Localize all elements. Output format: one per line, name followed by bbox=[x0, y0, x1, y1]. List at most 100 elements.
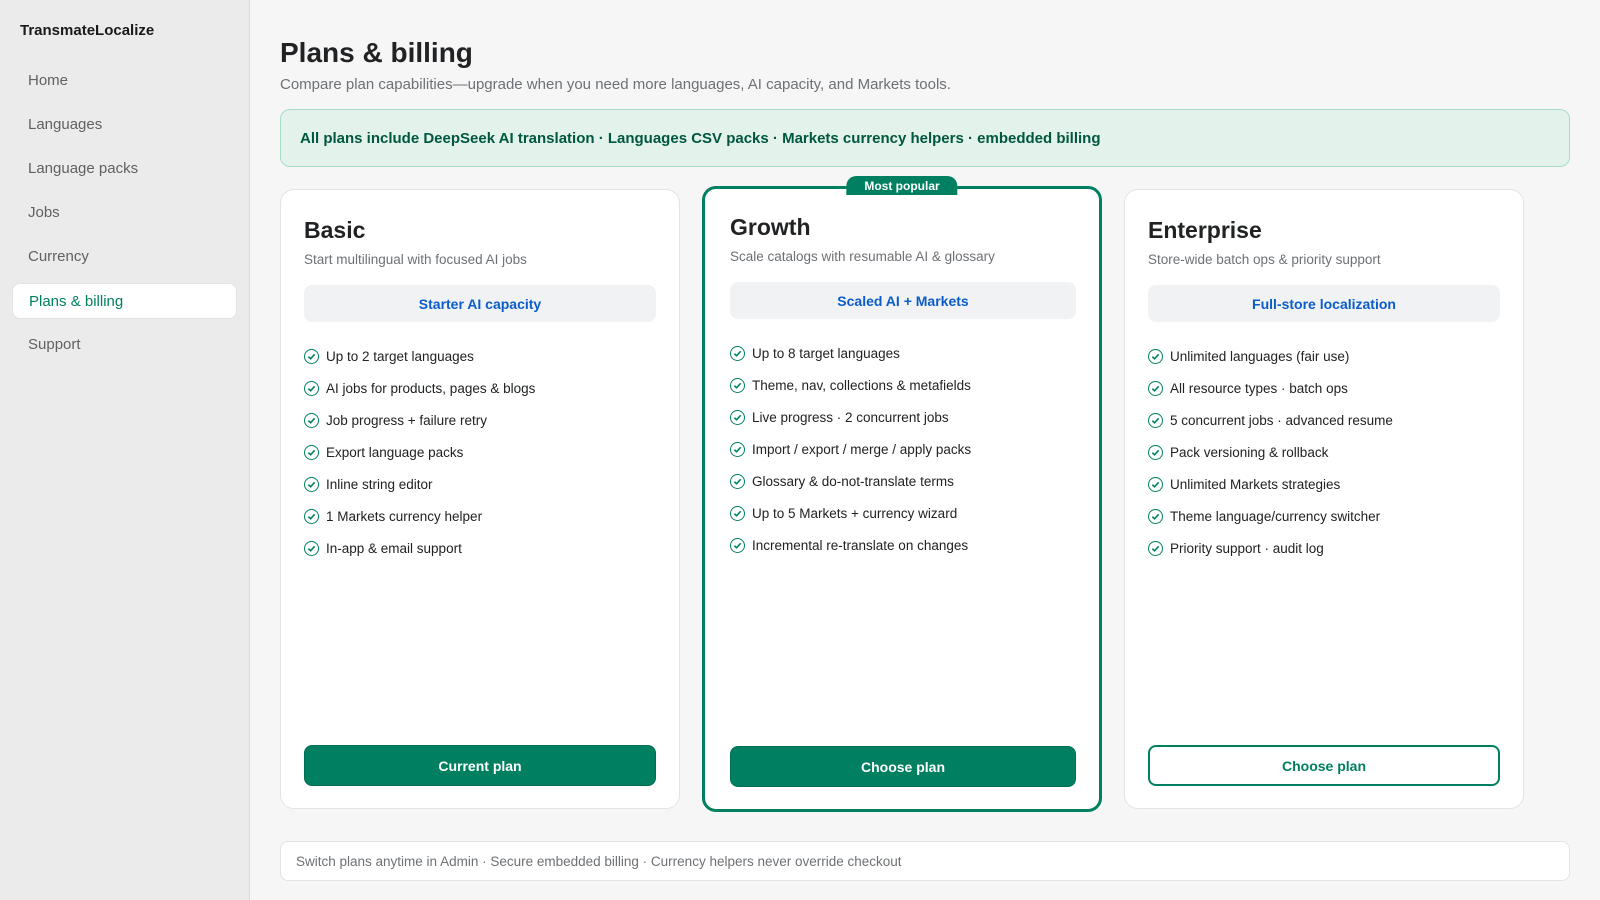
plan-name: Enterprise bbox=[1148, 217, 1262, 243]
plan-name: Basic bbox=[304, 217, 366, 243]
feature-item: Unlimited languages (fair use) bbox=[1148, 340, 1500, 372]
check-circle-icon bbox=[304, 348, 319, 364]
plan-card-enterprise: Enterprise Store-wide batch ops & priori… bbox=[1124, 189, 1524, 809]
check-circle-icon bbox=[1148, 380, 1163, 396]
most-popular-badge: Most popular bbox=[846, 176, 958, 195]
plan-card-growth: Most popular Growth Scale catalogs with … bbox=[702, 176, 1102, 812]
feature-item: Inline string editor bbox=[304, 468, 656, 500]
app-root: TransmateLocalize Home Languages Languag… bbox=[0, 0, 1600, 900]
feature-item: Up to 8 target languages bbox=[730, 337, 1076, 369]
sidebar-nav: Home Languages Language packs Jobs Curre… bbox=[12, 63, 237, 363]
feature-item: 5 concurrent jobs · advanced resume bbox=[1148, 404, 1500, 436]
sidebar-item-plans-billing[interactable]: Plans & billing bbox=[12, 283, 237, 319]
sidebar-item-support[interactable]: Support bbox=[12, 327, 237, 363]
check-circle-icon bbox=[304, 444, 319, 460]
feature-label: Glossary & do-not-translate terms bbox=[752, 473, 954, 489]
sidebar-item-language-packs[interactable]: Language packs bbox=[12, 151, 237, 187]
sidebar-item-languages[interactable]: Languages bbox=[12, 107, 237, 143]
feature-label: Up to 8 target languages bbox=[752, 345, 900, 361]
check-circle-icon bbox=[304, 508, 319, 524]
feature-item: Unlimited Markets strategies bbox=[1148, 468, 1500, 500]
sidebar-item-jobs[interactable]: Jobs bbox=[12, 195, 237, 231]
check-circle-icon bbox=[304, 412, 319, 428]
feature-item: Up to 2 target languages bbox=[304, 340, 656, 372]
plan-tag: Scaled AI + Markets bbox=[730, 282, 1076, 319]
feature-label: Export language packs bbox=[326, 444, 464, 460]
check-circle-icon bbox=[730, 441, 745, 457]
feature-item: Theme, nav, collections & metafields bbox=[730, 369, 1076, 401]
check-circle-icon bbox=[730, 409, 745, 425]
feature-label: All resource types · batch ops bbox=[1170, 380, 1348, 396]
sidebar: TransmateLocalize Home Languages Languag… bbox=[0, 0, 250, 900]
plan-description: Start multilingual with focused AI jobs bbox=[304, 252, 527, 267]
feature-item: Theme language/currency switcher bbox=[1148, 500, 1500, 532]
feature-item: Glossary & do-not-translate terms bbox=[730, 465, 1076, 497]
feature-list: Unlimited languages (fair use) All resou… bbox=[1148, 340, 1500, 745]
feature-label: Job progress + failure retry bbox=[326, 412, 487, 428]
feature-label: Theme, nav, collections & metafields bbox=[752, 377, 971, 393]
feature-label: Priority support · audit log bbox=[1170, 540, 1324, 556]
feature-label: Pack versioning & rollback bbox=[1170, 444, 1329, 460]
feature-item: Export language packs bbox=[304, 436, 656, 468]
check-circle-icon bbox=[1148, 348, 1163, 364]
feature-item: Pack versioning & rollback bbox=[1148, 436, 1500, 468]
feature-item: All resource types · batch ops bbox=[1148, 372, 1500, 404]
feature-list: Up to 2 target languages AI jobs for pro… bbox=[304, 340, 656, 745]
choose-growth-plan-button[interactable]: Choose plan bbox=[730, 746, 1076, 787]
check-circle-icon bbox=[1148, 508, 1163, 524]
check-circle-icon bbox=[304, 540, 319, 556]
feature-label: Up to 5 Markets + currency wizard bbox=[752, 505, 958, 521]
check-circle-icon bbox=[1148, 412, 1163, 428]
feature-label: Import / export / merge / apply packs bbox=[752, 441, 972, 457]
feature-label: Incremental re-translate on changes bbox=[752, 537, 969, 553]
main-content: Plans & billing Compare plan capabilitie… bbox=[250, 0, 1600, 900]
check-circle-icon bbox=[730, 473, 745, 489]
feature-item: 1 Markets currency helper bbox=[304, 500, 656, 532]
plan-cards: Basic Start multilingual with focused AI… bbox=[280, 176, 1570, 812]
feature-item: Up to 5 Markets + currency wizard bbox=[730, 497, 1076, 529]
feature-item: Import / export / merge / apply packs bbox=[730, 433, 1076, 465]
check-circle-icon bbox=[730, 505, 745, 521]
check-circle-icon bbox=[1148, 540, 1163, 556]
sidebar-item-currency[interactable]: Currency bbox=[12, 239, 237, 275]
check-circle-icon bbox=[730, 377, 745, 393]
choose-enterprise-plan-button[interactable]: Choose plan bbox=[1148, 745, 1500, 786]
feature-label: Unlimited languages (fair use) bbox=[1170, 348, 1350, 364]
check-circle-icon bbox=[304, 476, 319, 492]
check-circle-icon bbox=[304, 380, 319, 396]
plan-tag: Full-store localization bbox=[1148, 285, 1500, 322]
feature-label: Up to 2 target languages bbox=[326, 348, 474, 364]
page-subtitle: Compare plan capabilities—upgrade when y… bbox=[280, 76, 951, 93]
plan-tag: Starter AI capacity bbox=[304, 285, 656, 322]
feature-label: Theme language/currency switcher bbox=[1170, 508, 1381, 524]
sidebar-item-home[interactable]: Home bbox=[12, 63, 237, 99]
current-plan-button[interactable]: Current plan bbox=[304, 745, 656, 786]
feature-label: In-app & email support bbox=[326, 540, 462, 556]
info-banner: All plans include DeepSeek AI translatio… bbox=[280, 109, 1570, 167]
feature-item: Live progress · 2 concurrent jobs bbox=[730, 401, 1076, 433]
footer-note: Switch plans anytime in Admin · Secure e… bbox=[280, 841, 1570, 881]
feature-item: AI jobs for products, pages & blogs bbox=[304, 372, 656, 404]
app-brand: TransmateLocalize bbox=[20, 22, 155, 39]
feature-item: Priority support · audit log bbox=[1148, 532, 1500, 564]
feature-label: Inline string editor bbox=[326, 476, 433, 492]
check-circle-icon bbox=[1148, 444, 1163, 460]
plan-description: Scale catalogs with resumable AI & gloss… bbox=[730, 249, 995, 264]
feature-label: Unlimited Markets strategies bbox=[1170, 476, 1341, 492]
plan-description: Store-wide batch ops & priority support bbox=[1148, 252, 1381, 267]
banner-text: All plans include DeepSeek AI translatio… bbox=[300, 129, 1101, 147]
plan-card-basic: Basic Start multilingual with focused AI… bbox=[280, 189, 680, 809]
feature-list: Up to 8 target languages Theme, nav, col… bbox=[730, 337, 1076, 746]
feature-label: AI jobs for products, pages & blogs bbox=[326, 380, 536, 396]
page-title: Plans & billing bbox=[280, 37, 473, 68]
feature-label: Live progress · 2 concurrent jobs bbox=[752, 409, 949, 425]
check-circle-icon bbox=[730, 345, 745, 361]
feature-item: In-app & email support bbox=[304, 532, 656, 564]
feature-item: Incremental re-translate on changes bbox=[730, 529, 1076, 561]
feature-item: Job progress + failure retry bbox=[304, 404, 656, 436]
feature-label: 5 concurrent jobs · advanced resume bbox=[1170, 412, 1393, 428]
feature-label: 1 Markets currency helper bbox=[326, 508, 483, 524]
footer-note-text: Switch plans anytime in Admin · Secure e… bbox=[296, 853, 902, 869]
check-circle-icon bbox=[730, 537, 745, 553]
check-circle-icon bbox=[1148, 476, 1163, 492]
